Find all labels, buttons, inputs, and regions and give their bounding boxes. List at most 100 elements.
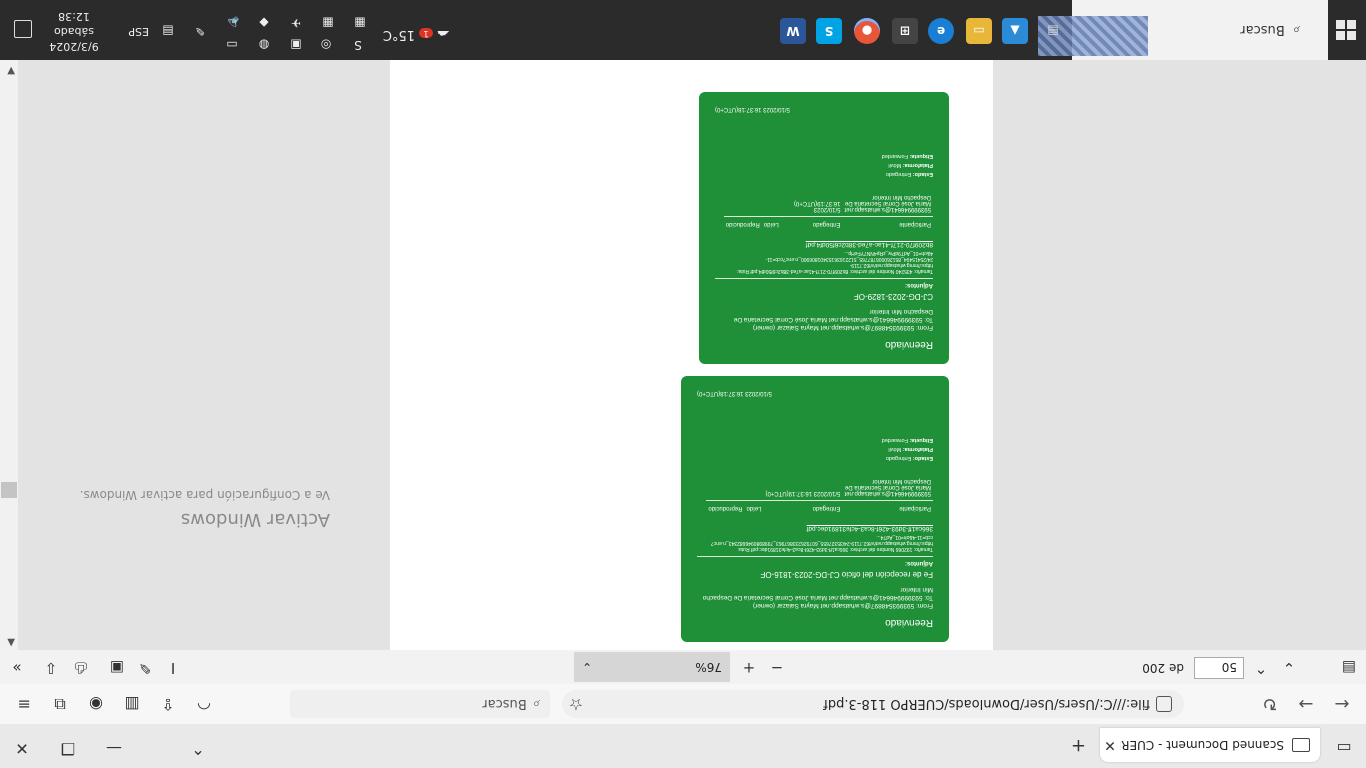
tray-app-icon[interactable]: ▦ <box>318 16 338 30</box>
word-icon[interactable]: W <box>780 18 806 44</box>
attachments-label: Adjuntos: <box>715 278 933 288</box>
vertical-scrollbar[interactable]: ▲ ▼ <box>0 60 18 650</box>
store-icon[interactable]: ⊞ <box>892 18 918 44</box>
maximize-button[interactable]: ❐ <box>56 739 80 758</box>
scroll-thumb[interactable] <box>1 482 17 498</box>
text-tool-icon[interactable]: I <box>162 659 184 677</box>
cell-reproducido <box>724 190 762 217</box>
zoom-out-button[interactable]: − <box>766 659 788 677</box>
tray-app-icon[interactable]: ▦ <box>350 16 370 30</box>
tray-app-icon[interactable]: ◎ <box>316 38 336 52</box>
card-subject: CJ-DG-2023-1829-OF <box>853 292 933 301</box>
file-link[interactable]: 8b209f70-217f-41ac-a7ed-38b2c6f50df4.pdf <box>715 241 933 248</box>
search-placeholder: Buscar <box>482 696 527 712</box>
taskbar-search[interactable]: ⌕ Buscar <box>1038 0 1328 60</box>
task-view-icon[interactable]: ▤ <box>1040 18 1066 44</box>
image-tool-icon[interactable]: ▣ <box>106 659 128 677</box>
language-indicator[interactable]: ESP <box>128 25 149 38</box>
document-viewer[interactable]: Activar Windows Ve a Configuración para … <box>18 60 1366 650</box>
weather-badge: 1 <box>419 28 433 38</box>
page-number-input[interactable]: 50 <box>1194 657 1244 679</box>
card-to: To: 593999946641@s.whatsapp.net María Jo… <box>702 586 933 601</box>
scroll-down-arrow-icon[interactable]: ▼ <box>7 65 15 76</box>
file-meta: Tamaño: 435240 Nombre del archivo: 8b209… <box>737 250 933 274</box>
sidebar-toggle-icon[interactable]: ▭ <box>1332 739 1356 758</box>
firefox-icon[interactable]: ● <box>854 18 880 44</box>
card-meta: Estado: Entregado Plataforma: Móvil Etiq… <box>881 153 933 177</box>
draw-tool-icon[interactable]: ✎ <box>134 659 156 677</box>
col-participante: Participante <box>842 216 933 229</box>
prev-page-button[interactable]: ⌃ <box>1250 659 1272 677</box>
participants-table: Participante Entregado Leído Reproducido… <box>723 190 933 229</box>
url-field[interactable]: file:///C:/Users/User/Downloads/CUERPO 1… <box>562 690 1184 718</box>
tray-app-icon[interactable]: S <box>348 38 368 52</box>
search-icon: ⌕ <box>1292 22 1300 38</box>
file-explorer-icon[interactable]: ▭ <box>966 18 992 44</box>
tray-app-icon[interactable]: ◍ <box>254 38 274 52</box>
chevron-up-icon[interactable]: ⌃ <box>186 739 210 758</box>
card-from: From: 593993548897@s.whatsapp.net Mayra … <box>752 324 933 331</box>
save-icon[interactable]: ⇩ <box>40 659 62 677</box>
account-icon[interactable]: ◉ <box>84 695 108 714</box>
url-text: file:///C:/Users/User/Downloads/CUERPO 1… <box>823 696 1150 712</box>
photos-app-icon[interactable]: ▲ <box>1002 18 1028 44</box>
tab-pdf[interactable]: Scanned Document - CUERPO 118- ✕ <box>1100 728 1320 762</box>
attachments-label: Adjuntos: <box>697 556 933 566</box>
tray-app-icon[interactable]: ◆ <box>254 16 274 30</box>
zoom-in-button[interactable]: + <box>738 659 760 677</box>
battery-icon[interactable]: ▭ <box>222 38 242 52</box>
share-icon[interactable]: ⇪ <box>156 695 180 714</box>
card-header: Reenviado <box>885 617 933 628</box>
edge-icon[interactable]: e <box>928 18 954 44</box>
more-tools-icon[interactable]: » <box>6 659 28 677</box>
next-page-button[interactable]: ⌄ <box>1278 659 1300 677</box>
search-field[interactable]: ⌕ Buscar <box>290 690 550 718</box>
participants-table: Participante Entregado Leído Reproducido… <box>706 474 933 513</box>
pdf-page: Reenviado From: 593993548897@s.whatsapp.… <box>390 60 993 650</box>
taskbar: ⌕ Buscar ▤ ▲ ▭ e ⊞ ● S W ☁ 1 15°C S ◎ ▣ … <box>0 0 1366 60</box>
card-to: To: 593999946641@s.whatsapp.net María Jo… <box>733 308 933 323</box>
address-bar-row: ← → ↻ file:///C:/Users/User/Downloads/CU… <box>0 683 1366 724</box>
sidebar-pdf-icon[interactable]: ▤ <box>1338 659 1360 677</box>
new-tab-button[interactable]: + <box>1071 735 1086 756</box>
print-icon[interactable]: ⎙ <box>70 659 92 677</box>
page-total: de 200 <box>1142 661 1184 675</box>
favorite-star-icon[interactable]: ☆ <box>564 695 588 714</box>
card-timestamp: 5/10/2023 16:37:18(UTC+0) <box>715 106 790 112</box>
pen-icon[interactable]: ✎ <box>190 24 210 38</box>
forward-button[interactable]: → <box>1294 693 1318 714</box>
file-link[interactable]: 366ca1ff-3d93-426f-8ca3-4cfe31891dec.pdf <box>697 525 933 532</box>
network-icon[interactable]: ✈ <box>286 16 306 30</box>
scroll-up-arrow-icon[interactable]: ▲ <box>7 637 15 648</box>
extensions-icon[interactable]: ⧉ <box>48 694 72 714</box>
touch-keyboard-icon[interactable]: ▤ <box>158 24 178 38</box>
weather-widget[interactable]: ☁ 1 15°C <box>383 27 450 42</box>
close-tab-icon[interactable]: ✕ <box>1100 737 1120 753</box>
plataforma-value: Móvil <box>888 162 902 168</box>
cell-leido <box>744 474 763 501</box>
table-row: 593999946641@s.whatsapp.net María José C… <box>724 190 933 217</box>
tray-app-icon[interactable]: ▣ <box>286 38 306 52</box>
skype-icon[interactable]: S <box>816 18 842 44</box>
volume-icon[interactable]: 🔈 <box>222 16 242 30</box>
pdf-toolbar: ▤ ⌄ ⌃ 50 de 200 − + 76% ⌄ I ✎ ▣ ⎙ ⇩ » <box>0 649 1366 684</box>
search-icon: ⌕ <box>532 696 540 712</box>
col-participante: Participante <box>842 500 933 513</box>
zoom-select[interactable]: 76% ⌄ <box>574 652 730 682</box>
reader-view-icon[interactable]: ▥ <box>120 695 144 714</box>
clock[interactable]: 9/3/2024 sábado 12:38 <box>36 9 112 54</box>
notification-center-icon[interactable] <box>14 20 32 38</box>
col-entregado: Entregado <box>780 216 843 229</box>
minimize-button[interactable]: — <box>102 739 126 758</box>
estado-value: Entregado <box>885 171 912 177</box>
col-leido: Leído <box>744 500 764 513</box>
back-button[interactable]: ← <box>1330 693 1354 714</box>
activation-title: Activar Windows <box>180 509 330 530</box>
close-window-button[interactable]: ✕ <box>10 739 34 758</box>
etiqueta-value: Forwarded <box>881 437 908 443</box>
refresh-button[interactable]: ↻ <box>1258 693 1282 714</box>
pocket-icon[interactable]: ◠ <box>192 695 216 714</box>
menu-icon[interactable]: ≡ <box>12 695 36 714</box>
col-leido: Leído <box>761 216 781 229</box>
windows-start-icon[interactable] <box>1336 20 1356 40</box>
